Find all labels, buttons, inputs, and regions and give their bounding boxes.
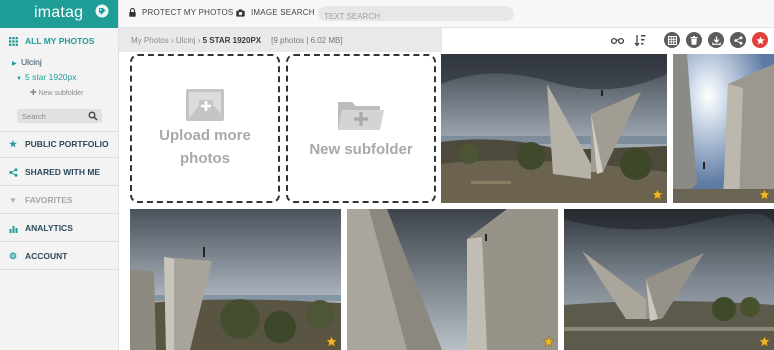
new-subfolder-label: New subfolder xyxy=(38,90,84,97)
photo-thumbnail[interactable] xyxy=(673,54,774,203)
sidebar-item-label: PUBLIC PORTFOLIO xyxy=(25,139,109,149)
logo-bar[interactable]: imatag xyxy=(0,0,118,28)
new-subfolder-link[interactable]: ✚ New subfolder xyxy=(30,88,83,97)
caret-right-icon: ▶ xyxy=(12,61,17,67)
sidebar-item-all-photos[interactable]: ALL MY PHOTOS xyxy=(0,28,119,54)
star-badge-icon[interactable] xyxy=(326,336,337,347)
app-window: imatag ALL MY PHOTOS ▶ Ulcinj ▼ 5 star 192… xyxy=(0,0,774,350)
trash-icon xyxy=(690,35,698,45)
folder-stats: [9 photos | 6.02 MB] xyxy=(271,36,343,45)
grid-view-button[interactable] xyxy=(664,32,680,48)
share-button[interactable] xyxy=(730,32,746,48)
new-subfolder-tile[interactable]: New subfolder xyxy=(286,54,436,203)
star-icon: ★ xyxy=(8,138,18,149)
tree-item-ulcinj[interactable]: ▶ Ulcinj xyxy=(12,57,42,67)
camera-icon xyxy=(236,8,245,17)
breadcrumb-folder[interactable]: Ulcinj xyxy=(176,36,196,45)
tree-item-5-star[interactable]: ▼ 5 star 1920px xyxy=(16,72,77,82)
protect-photos-link[interactable]: PROTECT MY PHOTOS xyxy=(129,8,233,17)
text-search-input[interactable] xyxy=(318,9,514,24)
gear-icon: ⚙ xyxy=(8,250,18,261)
tag-icon xyxy=(95,4,109,18)
protect-photos-label: PROTECT MY PHOTOS xyxy=(142,8,234,17)
monument-photo xyxy=(564,209,774,350)
share-icon xyxy=(733,35,742,45)
sidebar-search xyxy=(17,109,102,123)
breadcrumb-separator: › xyxy=(195,36,203,45)
share-icon xyxy=(8,167,18,177)
sidebar-item-shared-with-me[interactable]: SHARED WITH ME xyxy=(0,159,119,185)
bar-chart-icon xyxy=(8,224,18,233)
logo[interactable]: imatag xyxy=(34,4,83,22)
breadcrumb-separator: › xyxy=(168,36,176,45)
photo-thumbnail[interactable] xyxy=(564,209,774,350)
lock-icon xyxy=(129,8,136,17)
sidebar-item-label: FAVORITES xyxy=(25,195,73,205)
add-image-icon xyxy=(186,88,224,121)
tree-item-label: Ulcinj xyxy=(21,57,42,67)
plus-icon: ✚ xyxy=(30,88,37,97)
star-badge-icon[interactable] xyxy=(759,336,770,347)
upload-label-line2: photos xyxy=(180,149,230,167)
top-bar: PROTECT MY PHOTOS IMAGE SEARCH xyxy=(119,0,774,28)
toolbar: My Photos › Ulcinj › 5 STAR 1920PX [9 pho… xyxy=(119,28,774,52)
star-badge-icon[interactable] xyxy=(759,189,770,200)
divider xyxy=(0,269,119,270)
star-badge-icon[interactable] xyxy=(543,336,554,347)
sidebar-search-input[interactable] xyxy=(17,109,87,123)
tree-item-label: 5 star 1920px xyxy=(25,72,77,82)
breadcrumb-current: 5 STAR 1920PX xyxy=(202,36,262,45)
grid-icon xyxy=(8,36,18,46)
divider xyxy=(0,241,119,242)
sidebar-item-label: SHARED WITH ME xyxy=(25,167,101,177)
star-badge-icon[interactable] xyxy=(652,189,663,200)
star-icon xyxy=(755,35,765,44)
monument-photo xyxy=(347,209,558,350)
sidebar-item-analytics[interactable]: ANALYTICS xyxy=(0,215,119,241)
add-folder-icon xyxy=(338,102,384,130)
sidebar-item-label: ALL MY PHOTOS xyxy=(25,36,95,46)
heart-icon: ♥ xyxy=(10,195,16,205)
caret-down-icon: ▼ xyxy=(16,76,22,82)
sidebar-item-favorites[interactable]: ♥ FAVORITES xyxy=(0,187,119,213)
divider xyxy=(0,157,119,158)
image-search-label: IMAGE SEARCH xyxy=(251,8,315,17)
upload-photos-tile[interactable]: Upload more photos xyxy=(130,54,280,203)
sidebar-item-account[interactable]: ⚙ ACCOUNT xyxy=(0,243,119,269)
grid-icon xyxy=(667,35,677,45)
sidebar: imatag ALL MY PHOTOS ▶ Ulcinj ▼ 5 star 192… xyxy=(0,0,119,350)
sidebar-item-label: ACCOUNT xyxy=(25,251,68,261)
search-icon[interactable] xyxy=(88,111,98,121)
glasses-icon[interactable] xyxy=(610,33,625,48)
sidebar-item-label: ANALYTICS xyxy=(25,223,73,233)
download-button[interactable] xyxy=(708,32,724,48)
sort-icon[interactable] xyxy=(632,33,647,48)
monument-photo xyxy=(673,54,774,203)
photo-thumbnail[interactable] xyxy=(441,54,667,203)
monument-photo xyxy=(441,54,667,203)
new-subfolder-tile-label: New subfolder xyxy=(309,141,413,158)
upload-label-line1: Upload more xyxy=(159,126,251,144)
sidebar-item-public-portfolio[interactable]: ★ PUBLIC PORTFOLIO xyxy=(0,131,119,157)
photo-thumbnail[interactable] xyxy=(347,209,558,350)
breadcrumb-root[interactable]: My Photos xyxy=(131,36,169,45)
text-search xyxy=(318,6,514,24)
delete-button[interactable] xyxy=(686,32,702,48)
image-search-link[interactable]: IMAGE SEARCH xyxy=(236,8,315,17)
monument-photo xyxy=(130,209,341,350)
divider xyxy=(0,213,119,214)
favorite-button[interactable] xyxy=(752,32,768,48)
breadcrumb: My Photos › Ulcinj › 5 STAR 1920PX [9 pho… xyxy=(131,36,343,45)
photo-thumbnail[interactable] xyxy=(130,209,341,350)
download-icon xyxy=(711,36,721,45)
divider xyxy=(0,185,119,186)
